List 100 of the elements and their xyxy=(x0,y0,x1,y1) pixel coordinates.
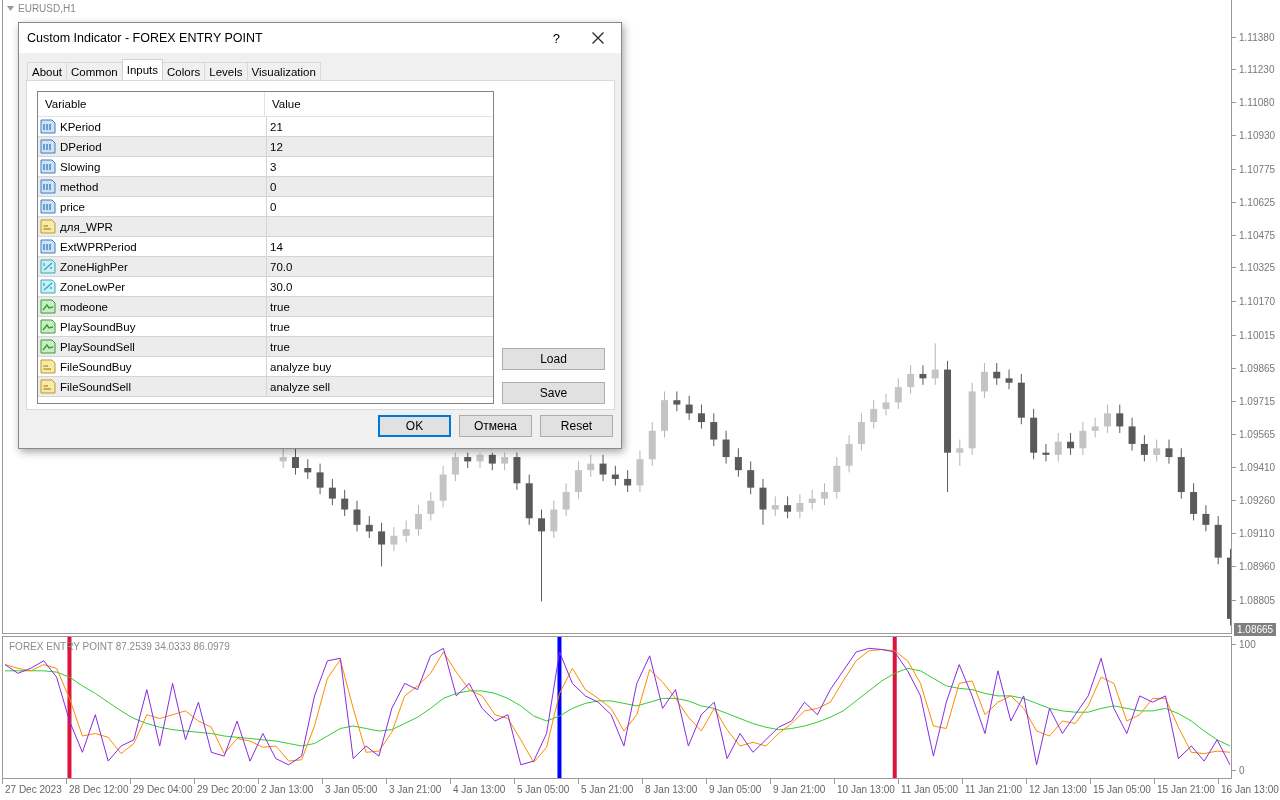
variable-name: FileSoundSell xyxy=(60,380,131,393)
candlestick xyxy=(1103,404,1111,434)
candlestick xyxy=(378,522,386,567)
candlestick xyxy=(747,460,755,495)
tab[interactable]: Inputs xyxy=(121,59,164,80)
price-label: 1.09565 xyxy=(1239,428,1276,440)
time-label: 11 Jan 21:00 xyxy=(965,783,1023,795)
candlestick xyxy=(1067,432,1075,456)
help-button[interactable]: ? xyxy=(552,30,560,46)
candlestick xyxy=(1042,443,1050,462)
time-label: 3 Jan 21:00 xyxy=(389,783,442,795)
candlestick xyxy=(870,399,878,430)
time-label: 2 Jan 13:00 xyxy=(261,783,314,795)
dialog-button[interactable]: Отмена xyxy=(459,415,532,437)
variable-value[interactable]: 21 xyxy=(270,120,283,133)
candlestick xyxy=(1128,417,1136,451)
number-icon xyxy=(40,199,56,214)
candlestick xyxy=(759,478,767,526)
toggle-icon xyxy=(40,299,56,314)
variable-value[interactable]: analyze sell xyxy=(270,380,331,393)
tab[interactable]: Visualization xyxy=(246,62,321,80)
variable-value[interactable]: true xyxy=(270,340,290,353)
candlestick xyxy=(771,495,779,517)
time-label: 4 Jan 13:00 xyxy=(453,783,506,795)
text-icon xyxy=(40,379,56,394)
candlestick xyxy=(894,377,902,410)
variable-value[interactable]: true xyxy=(270,300,290,313)
candlestick xyxy=(1005,369,1013,390)
time-label: 29 Dec 20:00 xyxy=(197,783,257,795)
candlestick xyxy=(574,460,582,500)
candlestick xyxy=(1054,432,1062,462)
number-icon xyxy=(40,159,56,174)
variable-value[interactable]: 3 xyxy=(270,160,277,173)
window-title: Custom Indicator - FOREX ENTRY POINT xyxy=(27,31,263,45)
variable-value[interactable]: 12 xyxy=(270,140,283,153)
candlestick xyxy=(390,526,398,552)
candlestick xyxy=(587,454,595,478)
price-label: 1.10775 xyxy=(1239,163,1276,175)
time-label: 5 Jan 05:00 xyxy=(517,783,570,795)
time-label: 27 Dec 2023 xyxy=(5,783,62,795)
price-label: 1.11380 xyxy=(1239,31,1275,43)
candlestick xyxy=(291,447,299,476)
close-icon[interactable] xyxy=(592,32,604,44)
dialog-button[interactable]: OK xyxy=(378,415,451,437)
variable-value[interactable]: true xyxy=(270,320,290,333)
candlestick xyxy=(980,362,988,399)
variable-name: PlaySoundSell xyxy=(60,340,135,353)
candlestick xyxy=(1116,404,1124,434)
candlestick xyxy=(821,482,828,506)
level-label: 0 xyxy=(1239,764,1245,776)
dialog-button[interactable]: Reset xyxy=(540,415,613,437)
price-label: 1.11080 xyxy=(1239,97,1275,109)
candlestick xyxy=(279,447,287,469)
candlestick xyxy=(907,364,915,395)
variable-name: modeone xyxy=(60,300,108,313)
variable-name: KPeriod xyxy=(60,120,101,133)
time-label: 9 Jan 21:00 xyxy=(773,783,826,795)
level-label: 100 xyxy=(1239,639,1256,651)
variable-value[interactable]: 0 xyxy=(270,180,277,193)
candlestick xyxy=(857,412,865,451)
candlestick xyxy=(796,493,804,519)
candlestick xyxy=(341,489,349,517)
candlestick xyxy=(476,452,484,469)
candlestick xyxy=(956,439,964,467)
candlestick xyxy=(538,509,546,602)
variable-value[interactable]: analyze buy xyxy=(270,360,332,373)
time-label: 12 Jan 13:00 xyxy=(1029,783,1087,795)
time-label: 9 Jan 05:00 xyxy=(709,783,762,795)
side-button[interactable]: Save xyxy=(502,382,605,404)
number-icon xyxy=(40,119,56,134)
time-label: 28 Dec 12:00 xyxy=(69,783,129,795)
column-header[interactable]: Variable xyxy=(38,92,265,116)
candlestick xyxy=(1153,439,1161,462)
candlestick xyxy=(365,515,373,539)
text-icon xyxy=(40,219,56,234)
toggle-icon xyxy=(40,339,56,354)
time-label: 29 Dec 04:00 xyxy=(133,783,193,795)
variable-value[interactable]: 30.0 xyxy=(270,280,293,293)
time-label: 15 Jan 05:00 xyxy=(1093,783,1151,795)
variable-value[interactable]: 14 xyxy=(270,240,283,253)
price-label: 1.08805 xyxy=(1239,594,1276,606)
candlestick xyxy=(611,465,619,486)
candlestick xyxy=(697,404,705,430)
side-button[interactable]: Load xyxy=(502,348,605,370)
candlestick xyxy=(415,504,422,537)
candlestick xyxy=(1091,417,1099,438)
dropdown-arrow-icon[interactable] xyxy=(7,6,14,11)
candlestick xyxy=(624,469,632,493)
price-label: 1.09865 xyxy=(1239,363,1276,374)
price-label: 1.09260 xyxy=(1239,495,1276,507)
fraction-icon xyxy=(40,259,56,274)
current-price-label: 1.08665 xyxy=(1234,623,1277,636)
fraction-icon xyxy=(40,279,56,294)
variable-value[interactable]: 0 xyxy=(270,200,277,213)
tab[interactable]: About xyxy=(27,62,68,80)
column-header[interactable]: Value xyxy=(265,98,301,110)
candlestick xyxy=(1190,482,1198,521)
number-icon xyxy=(40,239,56,254)
variable-value[interactable]: 70.0 xyxy=(270,260,293,273)
candlestick xyxy=(316,463,324,495)
